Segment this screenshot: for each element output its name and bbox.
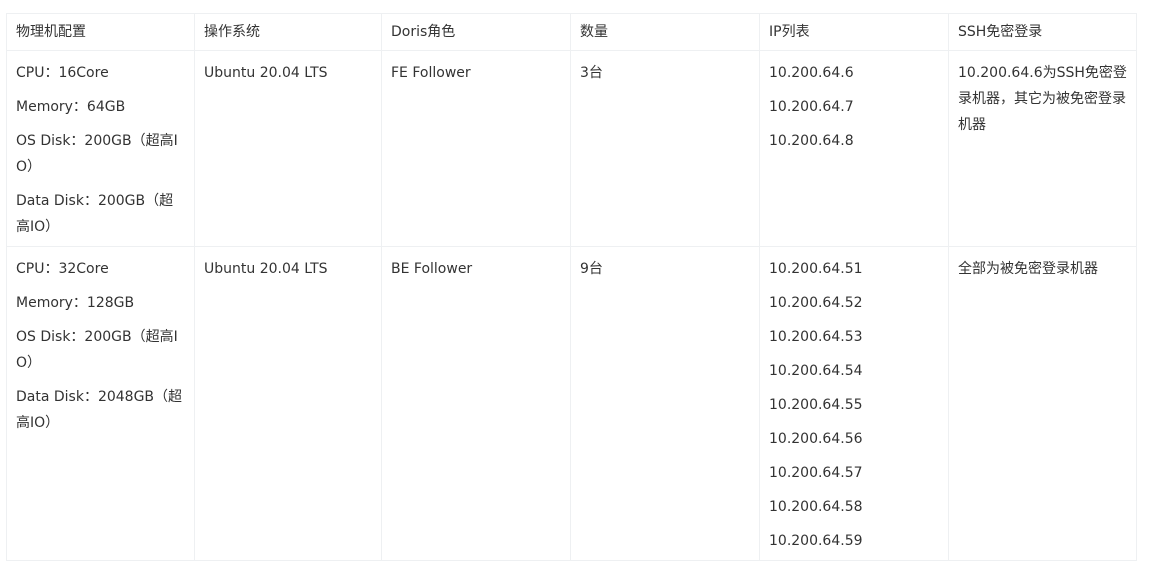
config-data-disk: Data Disk：200GB（超高IO） [16,193,174,235]
config-data-disk: Data Disk：2048GB（超高IO） [16,389,183,431]
os-cell: Ubuntu 20.04 LTS [194,246,382,561]
ip-item: 10.200.64.6 [769,65,854,81]
header-count: 数量 [570,13,760,51]
count-cell: 3台 [570,50,760,247]
count-value: 9台 [580,261,603,277]
table-row: CPU：32Core Memory：128GB OS Disk：200GB（超高… [6,246,1137,561]
ssh-value: 10.200.64.6为SSH免密登录机器，其它为被免密登录机器 [958,65,1127,133]
role-value: BE Follower [391,261,473,277]
ip-item: 10.200.64.55 [769,397,863,413]
header-os: 操作系统 [194,13,382,51]
config-os-disk: OS Disk：200GB（超高IO） [16,133,178,175]
config-memory: Memory：128GB [16,295,135,311]
server-config-table-wrapper: 物理机配置 操作系统 Doris角色 数量 IP列表 SSH免密登录 CPU：1… [6,13,1137,561]
table-row: CPU：16Core Memory：64GB OS Disk：200GB（超高I… [6,50,1137,247]
ip-item: 10.200.64.52 [769,295,863,311]
ip-item: 10.200.64.7 [769,99,854,115]
config-memory: Memory：64GB [16,99,126,115]
ip-list-cell: 10.200.64.6 10.200.64.7 10.200.64.8 [759,50,949,247]
table-header-row: 物理机配置 操作系统 Doris角色 数量 IP列表 SSH免密登录 [6,13,1137,51]
ip-item: 10.200.64.57 [769,465,863,481]
os-value: Ubuntu 20.04 LTS [204,261,328,277]
role-cell: FE Follower [381,50,571,247]
ssh-cell: 全部为被免密登录机器 [948,246,1137,561]
ip-item: 10.200.64.53 [769,329,863,345]
ip-item: 10.200.64.59 [769,533,863,549]
ssh-cell: 10.200.64.6为SSH免密登录机器，其它为被免密登录机器 [948,50,1137,247]
config-cpu: CPU：32Core [16,261,109,277]
role-value: FE Follower [391,65,471,81]
os-value: Ubuntu 20.04 LTS [204,65,328,81]
header-ip-list: IP列表 [759,13,949,51]
ip-item: 10.200.64.8 [769,133,854,149]
ip-item: 10.200.64.51 [769,261,863,277]
ip-item: 10.200.64.58 [769,499,863,515]
role-cell: BE Follower [381,246,571,561]
ip-list-cell: 10.200.64.51 10.200.64.52 10.200.64.53 1… [759,246,949,561]
config-cell: CPU：16Core Memory：64GB OS Disk：200GB（超高I… [6,50,195,247]
ip-item: 10.200.64.54 [769,363,863,379]
config-cell: CPU：32Core Memory：128GB OS Disk：200GB（超高… [6,246,195,561]
ssh-value: 全部为被免密登录机器 [958,261,1098,277]
count-cell: 9台 [570,246,760,561]
os-cell: Ubuntu 20.04 LTS [194,50,382,247]
count-value: 3台 [580,65,603,81]
header-ssh-login: SSH免密登录 [948,13,1137,51]
server-config-table: 物理机配置 操作系统 Doris角色 数量 IP列表 SSH免密登录 CPU：1… [6,13,1137,561]
config-cpu: CPU：16Core [16,65,109,81]
header-doris-role: Doris角色 [381,13,571,51]
config-os-disk: OS Disk：200GB（超高IO） [16,329,178,371]
header-physical-config: 物理机配置 [6,13,195,51]
ip-item: 10.200.64.56 [769,431,863,447]
